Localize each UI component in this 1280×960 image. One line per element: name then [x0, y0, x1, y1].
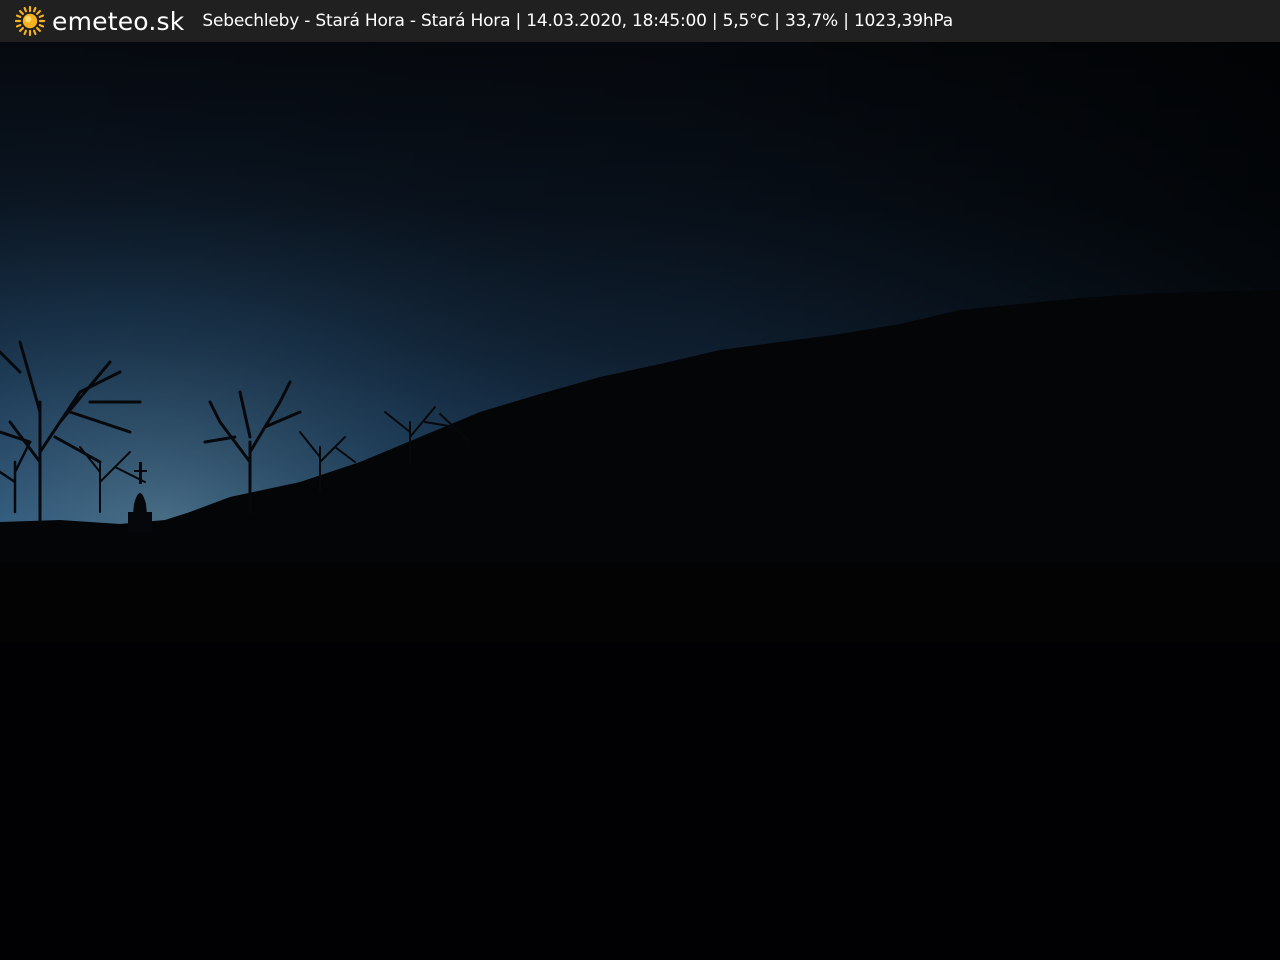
sun-icon — [14, 5, 46, 37]
weather-caption: Sebechleby - Stará Hora - Stará Hora | 1… — [202, 11, 953, 31]
brand-name: emeteo.sk — [52, 6, 185, 36]
info-bar: emeteo.sk Sebechleby - Stará Hora - Star… — [0, 0, 1280, 42]
webcam-image — [0, 42, 1280, 960]
webcam-frame: emeteo.sk Sebechleby - Stará Hora - Star… — [0, 0, 1280, 960]
emeteo-logo: emeteo.sk — [14, 0, 184, 42]
